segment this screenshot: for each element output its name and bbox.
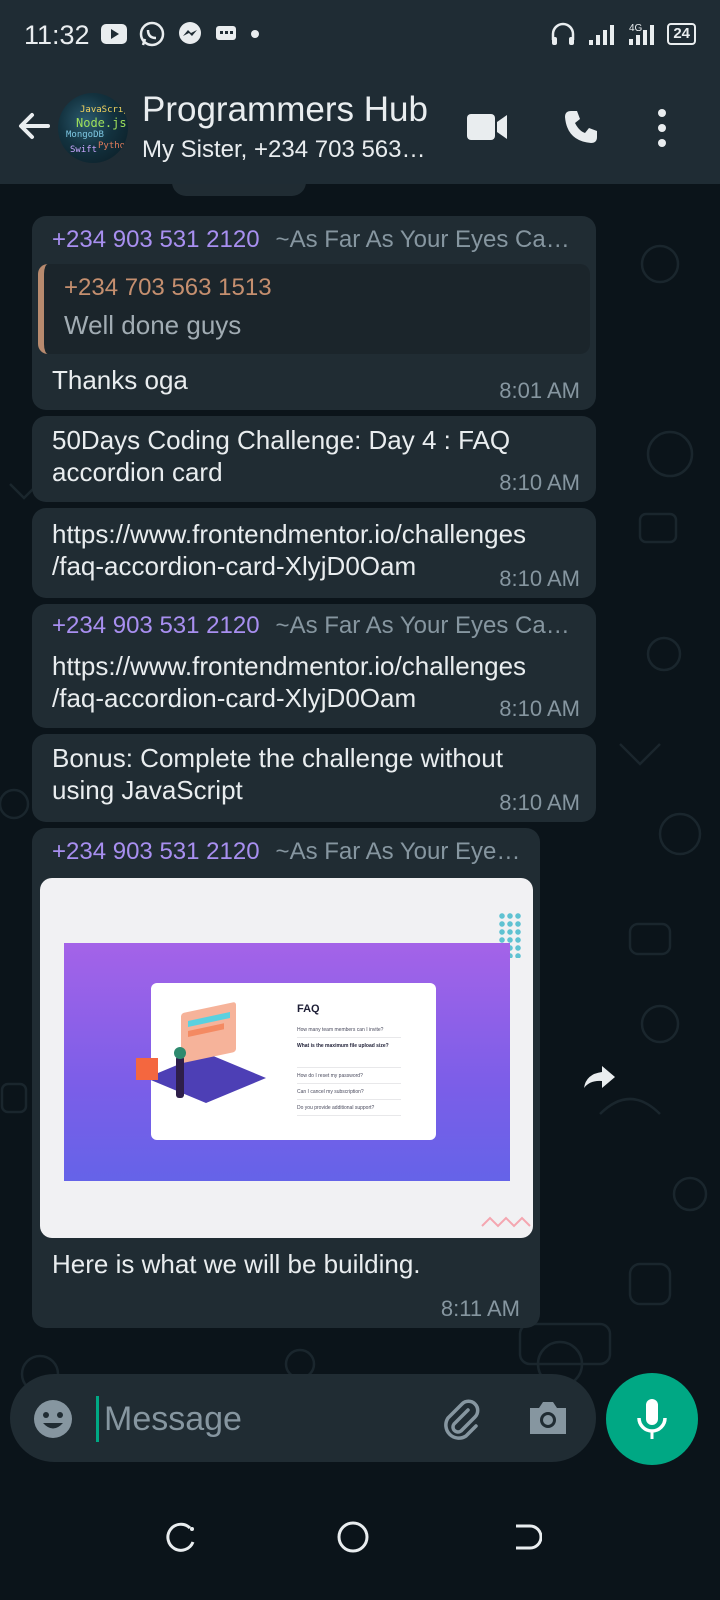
sender-name: ~As Far As Your Eye… — [275, 838, 521, 865]
back-arrow-icon[interactable] — [14, 106, 54, 146]
group-title[interactable]: Programmers Hub — [142, 90, 428, 130]
faq-title: FAQ — [297, 1003, 320, 1015]
message-bubble[interactable]: Bonus: Complete the challenge without us… — [32, 734, 596, 822]
sender-line: +234 903 531 2120 ~As Far As Your Eyes C… — [52, 612, 576, 640]
message-text-line: using JavaScript — [52, 775, 243, 805]
sender-name: ~As Far As Your Eyes Ca… — [275, 226, 570, 253]
sender-phone[interactable]: +234 903 531 2120 — [52, 226, 260, 254]
sender-phone[interactable]: +234 903 531 2120 — [52, 612, 260, 640]
sender-name: ~As Far As Your Eyes Ca… — [275, 612, 570, 639]
link-line[interactable]: /faq-accordion-card-XlyjD0Oam — [52, 550, 576, 582]
message-text: Thanks oga — [52, 365, 188, 395]
faq-question: How do I reset my password? — [297, 1073, 363, 1079]
faq-question: How many team members can I invite? — [297, 1027, 384, 1033]
message-bubble[interactable]: 50Days Coding Challenge: Day 4 : FAQ acc… — [32, 416, 596, 502]
recent-apps-icon[interactable] — [164, 1520, 198, 1554]
quote-author: +234 703 563 1513 — [64, 274, 272, 301]
image-preview[interactable]: FAQ How many team members can I invite? … — [40, 878, 533, 1238]
image-caption: Here is what we will be building. — [52, 1249, 421, 1279]
message-time: 8:10 AM — [499, 470, 580, 495]
network-label: 4G — [629, 23, 643, 34]
faq-question: Can I cancel my subscription? — [297, 1089, 364, 1095]
image-message-bubble[interactable]: +234 903 531 2120 ~As Far As Your Eye… F… — [32, 828, 540, 1328]
forward-icon — [584, 1066, 615, 1088]
system-icons: 4G 24 — [549, 20, 696, 48]
signal-icon — [589, 25, 615, 45]
notification-icons — [100, 20, 262, 48]
message-text-line: accordion card — [52, 457, 223, 487]
voice-call-icon[interactable] — [562, 108, 600, 146]
message-time: 8:10 AM — [499, 790, 580, 815]
status-time: 11:32 — [24, 20, 90, 50]
illustration-icon — [136, 1002, 266, 1103]
message-bubble[interactable]: +234 903 531 2120 ~As Far As Your Eyes C… — [32, 604, 596, 728]
group-avatar[interactable]: JavaScript Node.js MongoDB Python Swift — [58, 93, 128, 163]
faq-card-preview: FAQ How many team members can I invite? … — [136, 983, 436, 1140]
link-line[interactable]: https://www.frontendmentor.io/challenges — [52, 518, 576, 550]
faq-question: Do you provide additional support? — [297, 1105, 375, 1111]
faq-divider — [297, 1083, 401, 1084]
sender-line: +234 903 531 2120 ~As Far As Your Eyes C… — [52, 226, 576, 254]
faq-question: What is the maximum file upload size? — [297, 1043, 389, 1049]
status-bar: 11:32 4G 24 — [0, 0, 720, 72]
faq-divider — [297, 1115, 401, 1116]
message-bubble[interactable]: https://www.frontendmentor.io/challenges… — [32, 508, 596, 598]
previous-message-tail — [172, 184, 306, 196]
message-time: 8:10 AM — [499, 566, 580, 591]
back-nav-icon[interactable] — [508, 1520, 542, 1554]
quote-text: Well done guys — [64, 310, 242, 340]
home-icon[interactable] — [336, 1520, 370, 1554]
message-text-line: 50Days Coding Challenge: Day 4 : FAQ — [52, 425, 511, 455]
quoted-message[interactable]: +234 703 563 1513 Well done guys — [38, 264, 590, 354]
chat-area[interactable]: +234 903 531 2120 ~As Far As Your Eyes C… — [0, 184, 720, 1394]
dot-icon — [251, 30, 259, 38]
message-bubble[interactable]: +234 903 531 2120 ~As Far As Your Eyes C… — [32, 216, 596, 410]
chat-header: JavaScript Node.js MongoDB Python Swift … — [0, 72, 720, 184]
message-time: 8:11 AM — [440, 1296, 520, 1321]
whatsapp-icon — [139, 21, 165, 47]
battery-indicator: 24 — [667, 23, 696, 45]
faq-divider — [297, 1037, 401, 1038]
attachment-icon[interactable] — [438, 1396, 482, 1440]
sender-line: +234 903 531 2120 ~As Far As Your Eye… — [52, 838, 522, 866]
group-participants[interactable]: My Sister, +234 703 563… — [142, 136, 442, 164]
message-time: 8:01 AM — [499, 378, 580, 403]
faq-divider — [297, 1099, 401, 1100]
network-4g-icon: 4G — [629, 23, 655, 45]
preview-background: FAQ How many team members can I invite? … — [64, 943, 510, 1181]
camera-icon[interactable] — [526, 1398, 570, 1438]
headphones-icon — [552, 22, 575, 45]
video-call-icon[interactable] — [466, 112, 508, 142]
messenger-icon — [179, 22, 201, 44]
message-text-line: Bonus: Complete the challenge without — [52, 743, 503, 773]
message-time: 8:10 AM — [499, 696, 580, 721]
link-line[interactable]: https://www.frontendmentor.io/challenges — [52, 650, 576, 682]
link-line[interactable]: /faq-accordion-card-XlyjD0Oam — [52, 682, 576, 714]
voice-record-button[interactable] — [606, 1373, 698, 1465]
more-options-icon[interactable] — [654, 108, 670, 148]
sender-phone[interactable]: +234 903 531 2120 — [52, 838, 260, 866]
message-input[interactable] — [104, 1394, 424, 1444]
faq-divider — [297, 1067, 401, 1068]
emoji-icon[interactable] — [32, 1398, 74, 1440]
forward-button[interactable] — [574, 1052, 624, 1102]
text-cursor — [96, 1396, 99, 1442]
message-composer — [10, 1374, 596, 1462]
message-icon — [216, 26, 236, 40]
system-navigation-bar — [0, 1480, 720, 1600]
youtube-icon — [101, 24, 127, 44]
microphone-icon — [637, 1399, 667, 1439]
decorative-squiggle — [481, 1216, 531, 1228]
